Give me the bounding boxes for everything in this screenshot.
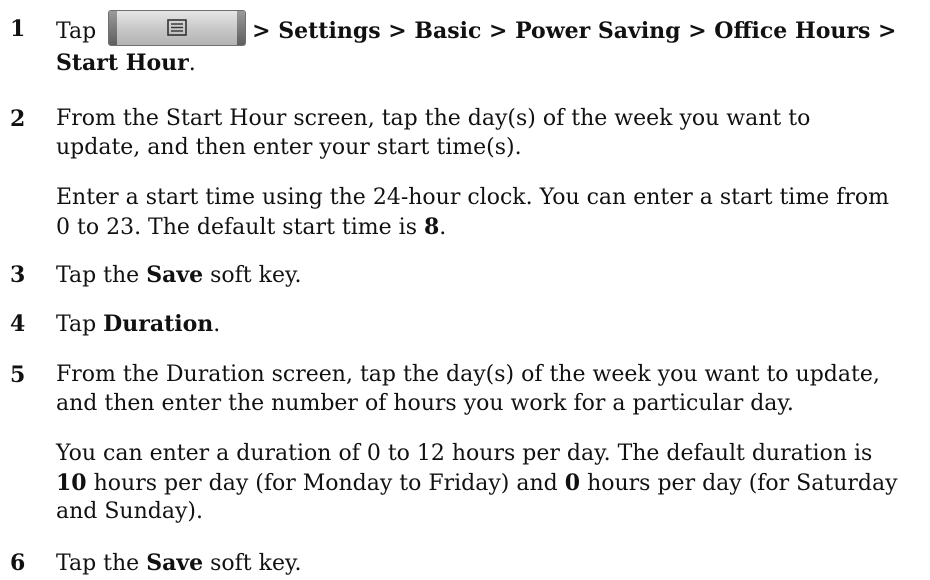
step-text: soft key. xyxy=(210,263,302,288)
settings-path: > Settings > Basic > Power Saving > Offi… xyxy=(252,18,897,44)
step-3-text: Tap the Save soft key. xyxy=(56,262,302,288)
button-left-cap xyxy=(109,11,118,45)
step-2-note-line-1: Enter a start time using the 24-hour clo… xyxy=(56,185,889,210)
tap-text: Tap xyxy=(56,19,97,44)
punctuation: . xyxy=(213,312,221,337)
step-2-line-1: From the Start Hour screen, tap the day(… xyxy=(56,106,811,131)
start-hour-label: Start Hour xyxy=(56,50,189,76)
note-text: hours per day (for Monday to Friday) and xyxy=(93,471,558,496)
step-text: Tap the xyxy=(56,551,140,576)
note-text: hours per day (for Saturday xyxy=(587,471,898,496)
save-softkey-label: Save xyxy=(146,550,204,576)
step-number: 4 xyxy=(10,311,26,337)
step-1-line-1: Tap > Settings > Basic > Power Saving > … xyxy=(56,10,896,46)
step-2-note-line-2: 0 to 23. The default start time is 8. xyxy=(56,214,446,240)
instruction-page: 1 Tap > Settings > Basic > Power Saving … xyxy=(0,0,930,580)
step-6-text: Tap the Save soft key. xyxy=(56,550,302,576)
step-1-line-2: Start Hour. xyxy=(56,50,196,76)
step-number: 5 xyxy=(10,362,26,388)
step-5-line-2: and then enter the number of hours you w… xyxy=(56,391,794,416)
step-number: 3 xyxy=(10,262,26,288)
default-start-value: 8 xyxy=(423,214,440,240)
step-text: Tap xyxy=(56,312,97,337)
save-softkey-label: Save xyxy=(146,262,204,288)
punctuation: . xyxy=(188,51,196,76)
home-menu-button[interactable] xyxy=(108,10,247,46)
step-5-line-1: From the Duration screen, tap the day(s)… xyxy=(56,362,880,387)
step-5-note-line-1: You can enter a duration of 0 to 12 hour… xyxy=(56,441,873,466)
button-right-cap xyxy=(237,11,246,45)
step-text: soft key. xyxy=(210,551,302,576)
duration-label: Duration xyxy=(103,311,214,337)
step-5-note-line-3: and Sunday). xyxy=(56,499,203,524)
menu-list-icon xyxy=(167,19,187,36)
step-text: Tap the xyxy=(56,263,140,288)
step-4-text: Tap Duration. xyxy=(56,311,220,337)
default-weekend-duration: 0 xyxy=(564,470,581,496)
step-number: 2 xyxy=(10,106,26,132)
step-2-line-2: update, and then enter your start time(s… xyxy=(56,135,522,160)
step-number: 1 xyxy=(10,16,26,42)
step-5-note-line-2: 10 hours per day (for Monday to Friday) … xyxy=(56,470,898,496)
step-number: 6 xyxy=(10,550,26,576)
default-weekday-duration: 10 xyxy=(56,470,87,496)
note-text: 0 to 23. The default start time is xyxy=(56,215,417,240)
punctuation: . xyxy=(439,215,447,240)
